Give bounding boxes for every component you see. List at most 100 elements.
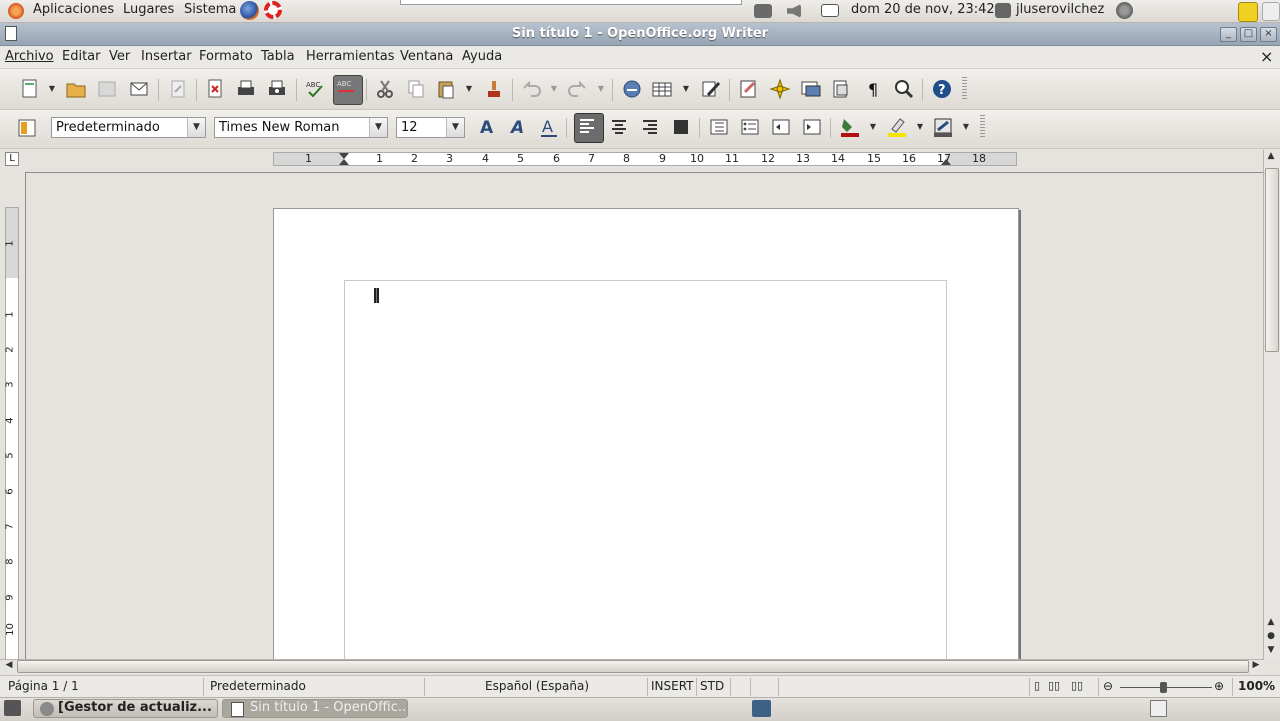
menu-ver[interactable]: Ver [109,49,130,64]
cut-icon[interactable] [373,77,397,101]
vertical-scroll-thumb[interactable] [1265,168,1279,352]
navigator-icon[interactable] [768,77,792,101]
chevron-down-icon[interactable]: ▼ [446,118,464,137]
styles-formatting-icon[interactable] [15,116,39,140]
hide-panel-icon[interactable] [1262,2,1280,21]
align-left-icon[interactable] [574,113,604,143]
menu-aplicaciones[interactable]: Aplicaciones [33,2,114,17]
find-replace-icon[interactable] [737,77,761,101]
redo-icon[interactable] [566,77,590,101]
clone-formatting-icon[interactable] [482,77,506,101]
zoom-level[interactable]: 100% [1238,679,1275,693]
font-size-select[interactable]: 12 ▼ [396,117,465,138]
page-style[interactable]: Predeterminado [210,679,306,693]
new-document-icon[interactable] [18,77,42,101]
bold-icon[interactable]: A [476,115,500,139]
menu-archivo[interactable]: Archivo [5,49,54,64]
selection-mode[interactable]: STD [700,679,724,693]
data-sources-icon[interactable] [829,77,853,101]
background-color-dropdown-arrow[interactable]: ▼ [962,116,970,138]
text-boundaries[interactable] [344,280,947,672]
new-dropdown-arrow[interactable]: ▼ [48,78,56,100]
power-icon[interactable] [1116,2,1133,19]
language[interactable]: Español (España) [485,679,589,693]
copy-icon[interactable] [404,77,428,101]
menu-lugares[interactable]: Lugares [123,2,174,17]
mail-icon[interactable] [821,4,839,17]
print-preview-icon[interactable] [265,77,289,101]
maximize-button[interactable]: □ [1240,27,1257,42]
show-draw-functions-icon[interactable] [699,77,723,101]
export-pdf-icon[interactable] [203,77,227,101]
multi-page-view-icon[interactable]: ▯▯ [1048,679,1060,692]
ubuntu-logo-icon[interactable] [8,3,24,19]
volume-icon[interactable] [787,4,801,18]
highlighting-icon[interactable] [885,115,909,139]
scroll-left-icon[interactable]: ◀ [3,660,15,670]
network-icon[interactable] [754,4,772,18]
font-color-dropdown-arrow[interactable]: ▼ [869,116,877,138]
print-icon[interactable] [234,77,258,101]
paste-icon[interactable] [434,77,458,101]
spellcheck-icon[interactable]: ABC [303,77,327,101]
book-view-icon[interactable]: ▯▯ [1071,679,1083,692]
undo-icon[interactable] [519,77,543,101]
justify-icon[interactable] [669,115,693,139]
align-center-icon[interactable] [607,115,631,139]
bullets-icon[interactable] [738,115,762,139]
zoom-icon[interactable] [892,77,916,101]
single-page-view-icon[interactable]: ▯ [1034,679,1040,692]
italic-icon[interactable]: A [506,115,530,139]
taskbar-item-update-manager[interactable]: [Gestor de actualiz... [33,699,218,718]
right-indent-marker[interactable] [941,159,951,165]
toolbar-grip[interactable] [980,115,985,139]
increase-indent-icon[interactable] [800,115,824,139]
undo-dropdown-arrow[interactable]: ▼ [550,78,558,100]
font-color-icon[interactable] [838,115,862,139]
background-color-icon[interactable] [931,115,955,139]
help-icon[interactable]: ? [930,77,954,101]
minimize-button[interactable]: _ [1220,27,1237,42]
formatting-marks-icon[interactable]: ¶ [862,77,886,101]
menu-tabla[interactable]: Tabla [261,49,295,64]
tab-stop-selector[interactable]: L [5,152,19,166]
paragraph-style-select[interactable]: Predeterminado ▼ [51,117,206,138]
next-page-icon[interactable]: ▼ [1265,645,1277,655]
firefox-launcher-icon[interactable] [240,1,259,20]
menu-herramientas[interactable]: Herramientas [306,49,395,64]
open-folder-icon[interactable] [64,77,88,101]
vertical-ruler[interactable]: 1 1 2 3 4 5 6 7 8 9 10 [5,207,19,660]
window-titlebar[interactable]: Sin título 1 - OpenOffice.org Writer _ □… [0,23,1280,46]
menu-editar[interactable]: Editar [62,49,101,64]
email-document-icon[interactable] [127,77,151,101]
workspace-switcher-icon[interactable] [752,700,771,717]
decrease-indent-icon[interactable] [769,115,793,139]
chevron-down-icon[interactable]: ▼ [187,118,205,137]
toolbar-grip[interactable] [962,77,967,101]
autospellcheck-toggle-icon[interactable]: ABC [333,75,363,105]
align-right-icon[interactable] [638,115,662,139]
scroll-up-icon[interactable]: ▲ [1265,151,1277,161]
chevron-down-icon[interactable]: ▼ [369,118,387,137]
menu-insertar[interactable]: Insertar [141,49,192,64]
user-name[interactable]: jluserovilchez [1016,2,1104,17]
scroll-right-icon[interactable]: ▶ [1250,660,1262,670]
notes-icon[interactable] [1238,2,1258,22]
help-lifebuoy-icon[interactable] [264,1,282,19]
hyperlink-icon[interactable] [620,77,644,101]
left-indent-marker-bottom[interactable] [339,159,349,165]
table-icon[interactable] [650,77,674,101]
menu-ventana[interactable]: Ventana [400,49,453,64]
show-desktop-icon[interactable] [4,700,21,716]
zoom-slider-handle[interactable] [1160,682,1167,693]
previous-page-icon[interactable]: ▲ [1265,617,1277,627]
paste-dropdown-arrow[interactable]: ▼ [465,78,473,100]
insert-mode[interactable]: INSERT [651,679,694,693]
page-count[interactable]: Página 1 / 1 [8,679,79,693]
font-name-select[interactable]: Times New Roman ▼ [214,117,388,138]
menu-formato[interactable]: Formato [199,49,253,64]
clock[interactable]: dom 20 de nov, 23:42 [851,2,995,17]
zoom-in-icon[interactable]: ⊕ [1214,679,1224,693]
numbering-icon[interactable] [707,115,731,139]
close-document-icon[interactable]: × [1260,47,1273,66]
